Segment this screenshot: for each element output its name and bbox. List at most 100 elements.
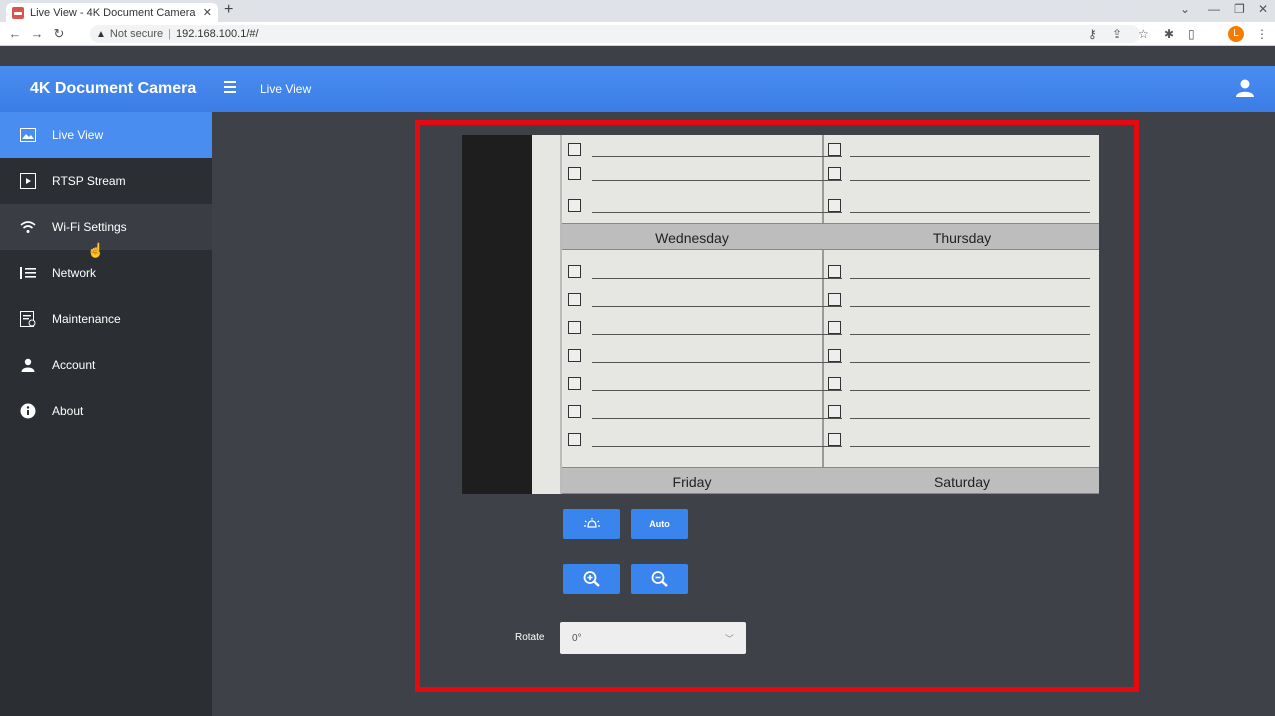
warning-icon: ▲ [96, 28, 106, 40]
zoom-out-icon [651, 571, 668, 587]
sidebar-item-label: About [52, 404, 84, 418]
user-icon [20, 357, 36, 373]
image-icon [20, 127, 36, 143]
url-field[interactable]: ▲ Not secure | 192.168.100.1/#/ [90, 25, 1140, 43]
profile-avatar[interactable]: L [1228, 26, 1244, 42]
preview-checkbox [568, 167, 581, 180]
sidebar-item-label: RTSP Stream [52, 174, 126, 188]
rotate-label: Rotate [515, 632, 545, 643]
preview-checkbox [568, 349, 581, 362]
reload-icon[interactable]: ↻ [48, 26, 70, 42]
preview-line [850, 334, 1090, 335]
preview-checkbox [568, 433, 581, 446]
not-secure-label: Not secure [109, 28, 164, 40]
back-icon[interactable]: ← [4, 26, 26, 41]
zoom-in-icon [583, 571, 600, 587]
brightness-button[interactable] [563, 509, 620, 539]
address-bar: ← → ↻ ▲ Not secure | 192.168.100.1/#/ [0, 22, 1275, 46]
app-header: 4K Document Camera Live View [0, 66, 1275, 112]
light-icon [583, 518, 600, 528]
preview-checkbox [568, 321, 581, 334]
new-tab-button[interactable]: + [224, 1, 233, 19]
sidebar-item-wifi-settings[interactable]: Wi-Fi Settings [0, 204, 212, 250]
chevron-down-icon: ﹀ [724, 634, 734, 644]
preview-checkbox [828, 405, 841, 418]
tab-title: Live View - 4K Document Camera [30, 6, 196, 19]
close-window-icon[interactable]: ✕ [1258, 2, 1268, 16]
preview-checkbox [828, 433, 841, 446]
rotate-value: 0° [572, 632, 582, 644]
preview-line [592, 418, 842, 419]
hand-cursor-icon: ☝ [87, 242, 105, 258]
sidebar-item-label: Maintenance [52, 312, 121, 326]
browser-tab-bar: Live View - 4K Document Camera ✕ + ⌄ — ❐… [0, 0, 1275, 22]
sidebar-item-about[interactable]: About [0, 388, 212, 434]
sidebar-item-network[interactable]: Network [0, 250, 212, 296]
sidebar-item-label: Account [52, 358, 96, 372]
preview-checkbox [568, 405, 581, 418]
maximize-icon[interactable]: ❐ [1234, 2, 1245, 16]
preview-line [592, 390, 842, 391]
sidebar-item-live-view[interactable]: Live View [0, 112, 212, 158]
rotate-select[interactable]: 0° ﹀ [560, 622, 746, 654]
preview-checkbox [568, 293, 581, 306]
play-icon [20, 173, 36, 189]
sidebar-item-label: Live View [52, 128, 104, 142]
extensions-icon[interactable]: ✱ [1164, 27, 1174, 41]
preview-label-thursday: Thursday [932, 230, 992, 246]
preview-margin-line [560, 135, 562, 494]
preview-line [592, 306, 842, 307]
preview-checkbox [828, 377, 841, 390]
sidebar-item-rtsp-stream[interactable]: RTSP Stream [0, 158, 212, 204]
preview-checkbox [568, 265, 581, 278]
sidebar-item-maintenance[interactable]: Maintenance [0, 296, 212, 342]
preview-checkbox [568, 377, 581, 390]
preview-label-wednesday: Wednesday [655, 230, 729, 246]
zoom-in-button[interactable] [563, 564, 620, 594]
preview-line [850, 180, 1090, 181]
browser-tab[interactable]: Live View - 4K Document Camera ✕ [6, 3, 218, 22]
preview-line [850, 156, 1090, 157]
menu-toggle-icon[interactable] [224, 81, 238, 95]
preview-checkbox [568, 143, 581, 156]
forward-icon[interactable]: → [26, 26, 48, 41]
preview-checkbox [828, 199, 841, 212]
preview-label-saturday: Saturday [933, 474, 991, 490]
preview-line [592, 446, 842, 447]
preview-checkbox [828, 265, 841, 278]
tab-close-icon[interactable]: ✕ [203, 6, 212, 19]
star-icon[interactable]: ☆ [1138, 27, 1149, 41]
preview-dark-edge [462, 135, 532, 494]
preview-line [592, 180, 842, 181]
preview-line [592, 334, 842, 335]
auto-focus-button[interactable]: Auto [631, 509, 688, 539]
favicon-icon [12, 6, 24, 19]
tab-search-icon[interactable]: ⌄ [1180, 2, 1190, 16]
sidebar-item-label: Network [52, 266, 97, 280]
sidebar-item-account[interactable]: Account [0, 342, 212, 388]
live-preview: Wednesday Thursday Friday Saturday [462, 135, 1099, 494]
brand-title: 4K Document Camera [30, 80, 197, 97]
maintenance-icon [20, 311, 36, 327]
preview-line [850, 278, 1090, 279]
zoom-out-button[interactable] [631, 564, 688, 594]
menu-kebab-icon[interactable]: ⋮ [1256, 27, 1268, 41]
minimize-icon[interactable]: — [1208, 2, 1220, 16]
preview-line [592, 156, 842, 157]
preview-line [592, 212, 842, 213]
page-title: Live View [260, 82, 312, 96]
key-icon[interactable]: ⚷ [1088, 27, 1097, 41]
user-icon[interactable] [1235, 78, 1255, 98]
share-icon[interactable]: ⇪ [1112, 27, 1122, 41]
preview-checkbox [828, 167, 841, 180]
preview-column-divider [822, 135, 824, 494]
preview-checkbox [568, 199, 581, 212]
url-text: 192.168.100.1/#/ [175, 28, 259, 40]
preview-checkbox [828, 293, 841, 306]
info-icon [20, 403, 36, 419]
preview-line [850, 306, 1090, 307]
sidepanel-icon[interactable]: ▯ [1188, 27, 1195, 41]
sidebar-item-label: Wi-Fi Settings [52, 220, 127, 234]
preview-line [850, 446, 1090, 447]
preview-line [850, 212, 1090, 213]
